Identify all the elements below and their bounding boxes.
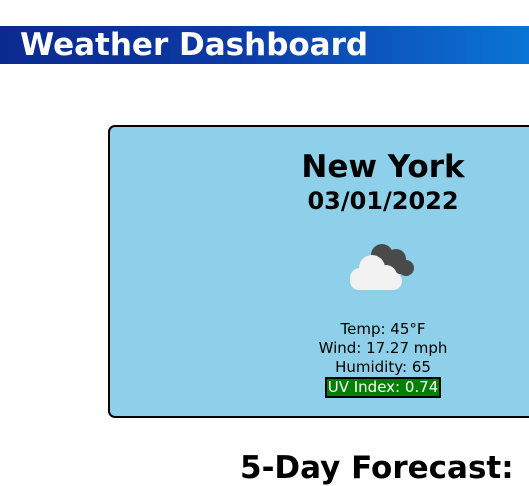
current-weather-card: New York 03/01/2022 Temp: 45°F Wind: 17.… bbox=[108, 125, 529, 418]
page-header: Weather Dashboard bbox=[0, 26, 529, 64]
city-name: New York bbox=[301, 149, 465, 185]
weather-stats: Temp: 45°F Wind: 17.27 mph Humidity: 65 … bbox=[110, 320, 529, 398]
page-title: Weather Dashboard bbox=[20, 27, 369, 63]
wind-text: Wind: 17.27 mph bbox=[318, 339, 448, 357]
temperature-text: Temp: 45°F bbox=[340, 320, 426, 338]
forecast-heading: 5-Day Forecast: bbox=[240, 450, 514, 486]
humidity-text: Humidity: 65 bbox=[335, 358, 431, 376]
cloudy-icon bbox=[344, 240, 422, 296]
uv-index-badge: UV Index: 0.74 bbox=[324, 377, 442, 398]
current-date: 03/01/2022 bbox=[307, 187, 459, 215]
